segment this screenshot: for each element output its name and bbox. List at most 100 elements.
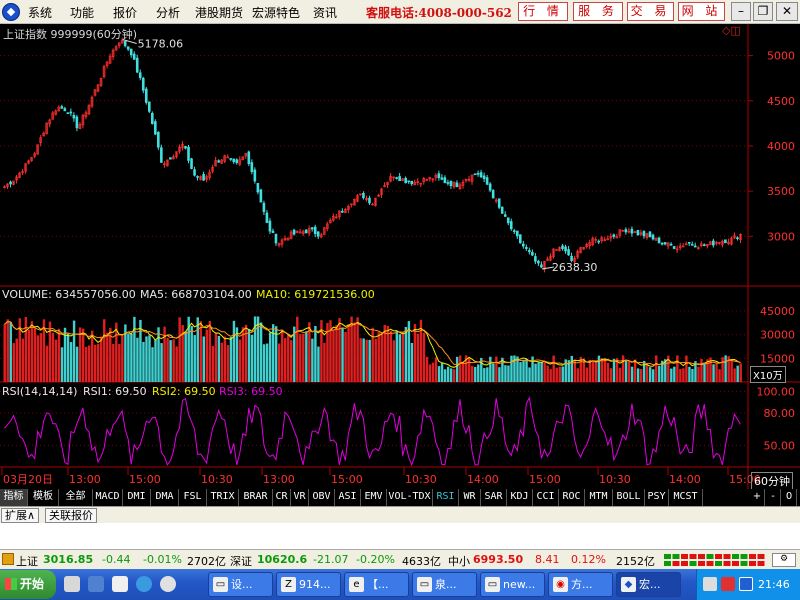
candle-body [72, 115, 76, 119]
tab-mtm[interactable]: MTM [585, 489, 613, 506]
menu-system[interactable]: 系统 [28, 4, 52, 21]
task-item-6[interactable]: ◉ 方... [548, 572, 613, 597]
volume-bar [133, 316, 136, 382]
candle-body [292, 229, 296, 235]
start-button[interactable]: 开始 [0, 570, 56, 599]
tab-remove-button[interactable]: - [766, 489, 781, 506]
candle-body [597, 240, 601, 243]
service-button[interactable]: 服 务 [573, 2, 623, 21]
tab-reset-button[interactable]: 0 [782, 489, 797, 506]
tab-vr[interactable]: VR [291, 489, 309, 506]
menu-hongyuan-special[interactable]: 宏源特色 [252, 4, 300, 21]
candle-body [660, 242, 664, 245]
period-label[interactable]: 60分钟 [751, 472, 793, 490]
menu-analysis[interactable]: 分析 [156, 4, 180, 21]
tab-kdj[interactable]: KDJ [507, 489, 533, 506]
restore-button[interactable]: ❐ [753, 2, 773, 21]
volume-bar [368, 339, 371, 382]
tab-roc[interactable]: ROC [559, 489, 585, 506]
tab-mcst[interactable]: MCST [669, 489, 703, 506]
time-tick-label: 14:00 [669, 473, 701, 486]
market-button[interactable]: 行 情 [518, 2, 568, 21]
volume-bar [449, 368, 453, 382]
tray-flag-icon[interactable] [721, 577, 735, 591]
candle-body [247, 151, 251, 165]
task-item-2[interactable]: Z 914... [276, 572, 341, 597]
app-logo-icon[interactable] [2, 3, 20, 21]
candle-body [232, 158, 236, 163]
app-icon: ◉ [553, 577, 568, 592]
task-item-3[interactable]: e 【... [344, 572, 409, 597]
menu-hk-futures[interactable]: 港股期货 [195, 4, 243, 21]
website-button[interactable]: 网 站 [678, 2, 725, 21]
tab-obv[interactable]: OBV [309, 489, 335, 506]
tab-wr[interactable]: WR [459, 489, 481, 506]
volume-bar [600, 358, 604, 382]
index-status-bar: 上证 3016.85 -0.44 -0.01% 2702亿 深证 10620.6… [0, 549, 800, 569]
tab-psy[interactable]: PSY [645, 489, 669, 506]
rsi3-label: RSI3: 69.50 [219, 385, 283, 398]
candle-body [564, 246, 567, 252]
tab-asi[interactable]: ASI [335, 489, 361, 506]
volume-bar [118, 344, 121, 382]
tab-dmi[interactable]: DMI [123, 489, 151, 506]
kline-chart[interactable]: 5000 4500 4000 3500 3000 45000 30000 15000 100.0… [0, 24, 800, 489]
candle-body [525, 246, 528, 249]
task-item-4[interactable]: ▭ 泉... [412, 572, 477, 597]
task-item-5[interactable]: ▭ new... [480, 572, 545, 597]
breadth-cell [723, 554, 731, 559]
tab-fsl[interactable]: FSL [179, 489, 207, 506]
tab-sar[interactable]: SAR [481, 489, 507, 506]
candle-body [9, 181, 12, 185]
quicklaunch-window-icon[interactable] [112, 576, 128, 592]
status-icon[interactable] [2, 553, 14, 565]
menu-news[interactable]: 资讯 [313, 4, 337, 21]
chart-tools-icon[interactable]: ◇◫ [722, 24, 741, 37]
volume-bar [648, 367, 652, 382]
volume-bar [377, 332, 380, 382]
tab-[interactable]: 全部 [59, 489, 93, 506]
trade-button[interactable]: 交 易 [627, 2, 674, 21]
tab-dma[interactable]: DMA [151, 489, 179, 506]
tray-keyboard-icon[interactable] [703, 577, 717, 591]
tab-cci[interactable]: CCI [533, 489, 559, 506]
volume-bar [217, 335, 221, 382]
menu-quote[interactable]: 报价 [113, 4, 137, 21]
volume-bar [9, 321, 12, 382]
chart-area[interactable]: 5000 4500 4000 3500 3000 45000 30000 15000 100.0… [0, 24, 800, 490]
tab-brar[interactable]: BRAR [239, 489, 273, 506]
close-button[interactable]: ✕ [776, 2, 798, 21]
task-item-7[interactable]: ◆ 宏... [616, 572, 681, 597]
sz-pct: -0.20% [356, 553, 395, 566]
volume-bar [72, 320, 76, 382]
tab-cr[interactable]: CR [273, 489, 291, 506]
taskbar-clock[interactable]: 21:46 [758, 578, 790, 591]
tab-boll[interactable]: BOLL [613, 489, 645, 506]
tab-emv[interactable]: EMV [361, 489, 387, 506]
tray-shield-icon[interactable] [739, 577, 753, 591]
expand-tab[interactable]: 扩展∧ [1, 508, 40, 523]
tab-macd[interactable]: MACD [93, 489, 123, 506]
menu-function[interactable]: 功能 [70, 4, 94, 21]
volume-bar [45, 345, 49, 382]
breadth-cell [757, 554, 765, 559]
price-tick-label: 3500 [767, 185, 795, 198]
tab-rsi[interactable]: RSI [433, 489, 459, 506]
tab-[interactable]: 指标 [0, 489, 28, 506]
tab-[interactable]: 模板 [28, 489, 59, 506]
quicklaunch-desktop-icon[interactable] [88, 576, 104, 592]
task-item-1[interactable]: ▭ 设... [208, 572, 273, 597]
quicklaunch-media-icon[interactable] [160, 576, 176, 592]
minimize-button[interactable]: – [731, 2, 751, 21]
volume-bar [27, 329, 31, 382]
quicklaunch-explorer-icon[interactable] [64, 576, 80, 592]
status-settings-icon[interactable]: ⚙ [772, 553, 796, 567]
tab-trix[interactable]: TRIX [207, 489, 239, 506]
tab-voltdx[interactable]: VOL-TDX [387, 489, 433, 506]
tab-add-button[interactable]: + [750, 489, 765, 506]
volume-bar [15, 338, 18, 382]
candle-body [316, 231, 320, 237]
quicklaunch-ie-icon[interactable] [136, 576, 152, 592]
candle-body [724, 239, 727, 244]
related-quotes-tab[interactable]: 关联报价 [45, 508, 97, 523]
